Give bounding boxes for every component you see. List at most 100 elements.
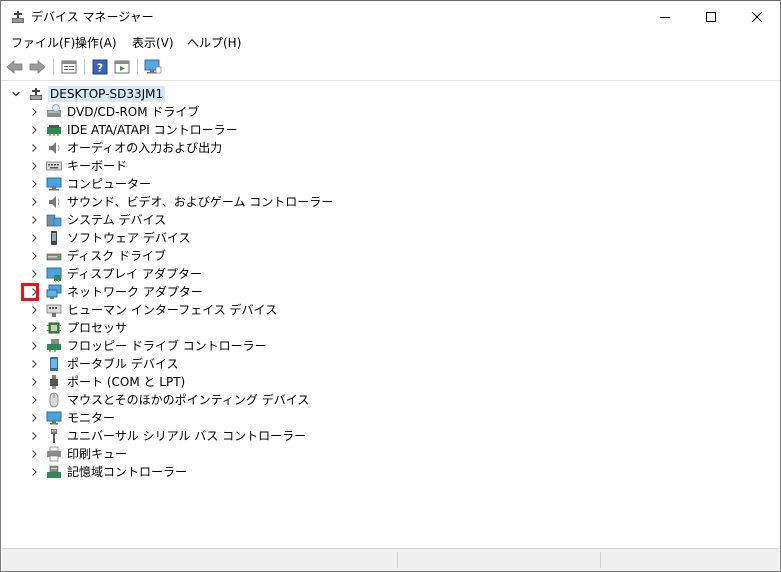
tree-category-node[interactable]: ヒューマン インターフェイス デバイス: [26, 301, 277, 319]
minimize-button[interactable]: [642, 1, 688, 32]
tree-node-label[interactable]: ヒューマン インターフェイス デバイス: [67, 302, 277, 318]
help-icon: ?: [92, 59, 108, 75]
window-title: デバイス マネージャー: [31, 10, 154, 24]
chevron-right-icon[interactable]: [26, 302, 42, 318]
run-icon: [114, 60, 130, 74]
tree-category-node[interactable]: プロセッサ: [26, 319, 127, 337]
tree-node-label[interactable]: ディスク ドライブ: [67, 248, 166, 264]
tree-node-label[interactable]: ネットワーク アダプター: [67, 284, 203, 300]
chevron-right-icon[interactable]: [26, 212, 42, 228]
device-tree: DESKTOP-SD33JM1 DVD/CD-ROM ドライブ IDE ATA/A…: [2, 81, 779, 547]
forward-button[interactable]: [27, 57, 47, 77]
tree-category-node[interactable]: ポータブル デバイス: [26, 355, 178, 373]
tree-node-label[interactable]: モニター: [67, 410, 115, 426]
mouse-icon: [46, 392, 62, 408]
chevron-right-icon[interactable]: [26, 248, 42, 264]
tree-category-node[interactable]: キーボード: [26, 157, 127, 175]
chevron-right-icon[interactable]: [26, 266, 42, 282]
toolbar-separator: [53, 59, 54, 75]
tree-category-node[interactable]: 印刷キュー: [26, 445, 127, 463]
tree-category-node[interactable]: サウンド、ビデオ、およびゲーム コントローラー: [26, 193, 333, 211]
status-bar: [2, 548, 779, 571]
floppy-controller-icon: [46, 338, 62, 354]
network-adapter-icon: [46, 284, 62, 300]
storage-controller-icon: [46, 464, 62, 480]
tree-node-label[interactable]: マウスとそのほかのポインティング デバイス: [67, 392, 309, 408]
menu-file[interactable]: ファイル(F): [9, 35, 77, 51]
help-button[interactable]: ?: [90, 57, 110, 77]
tree-category-node[interactable]: コンピューター: [26, 175, 151, 193]
menu-action[interactable]: 操作(A): [73, 35, 119, 51]
tree-node-label[interactable]: オーディオの入力および出力: [67, 140, 222, 156]
tree-category-node[interactable]: システム デバイス: [26, 211, 166, 229]
back-button[interactable]: [5, 57, 25, 77]
svg-text:?: ?: [97, 62, 103, 75]
chevron-right-icon[interactable]: [26, 446, 42, 462]
tree-node-label[interactable]: プロセッサ: [67, 320, 127, 336]
run-button[interactable]: [112, 57, 132, 77]
computer-root-icon: [28, 86, 44, 102]
chevron-right-icon[interactable]: [26, 320, 42, 336]
tree-category-node[interactable]: DVD/CD-ROM ドライブ: [26, 103, 199, 121]
close-button[interactable]: [734, 1, 780, 32]
tree-node-label[interactable]: ポータブル デバイス: [67, 356, 178, 372]
chevron-right-icon[interactable]: [26, 464, 42, 480]
tree-node-label[interactable]: 記憶域コントローラー: [67, 464, 187, 480]
root-computer-name[interactable]: DESKTOP-SD33JM1: [48, 86, 166, 102]
chevron-right-icon[interactable]: [26, 140, 42, 156]
device-manager-icon: [10, 9, 26, 25]
tree-category-node[interactable]: ソフトウェア デバイス: [26, 229, 190, 247]
tree-category-node[interactable]: ユニバーサル シリアル バス コントローラー: [26, 427, 306, 445]
ide-controller-icon: [46, 122, 62, 138]
tree-category-node[interactable]: 記憶域コントローラー: [26, 463, 187, 481]
chevron-right-icon[interactable]: [26, 176, 42, 192]
software-device-icon: [46, 230, 62, 246]
tree-node-label[interactable]: ディスプレイ アダプター: [67, 266, 202, 282]
title-bar[interactable]: デバイス マネージャー: [1, 1, 780, 32]
scan-hardware-button[interactable]: [143, 57, 163, 77]
chevron-right-icon[interactable]: [26, 356, 42, 372]
chevron-right-icon[interactable]: [26, 374, 42, 390]
chevron-right-icon[interactable]: [26, 392, 42, 408]
menu-view[interactable]: 表示(V): [130, 35, 176, 51]
tree-node-label[interactable]: DVD/CD-ROM ドライブ: [67, 104, 199, 120]
chevron-right-icon[interactable]: [26, 104, 42, 120]
maximize-button[interactable]: [688, 1, 734, 32]
tree-node-label[interactable]: ユニバーサル シリアル バス コントローラー: [67, 428, 306, 444]
tree-node-label[interactable]: 印刷キュー: [67, 446, 127, 462]
tree-node-label[interactable]: キーボード: [67, 158, 127, 174]
tree-category-node[interactable]: モニター: [26, 409, 115, 427]
chevron-right-icon[interactable]: [26, 122, 42, 138]
disk-drive-icon: [46, 248, 62, 264]
properties-button[interactable]: [59, 57, 79, 77]
chevron-right-icon[interactable]: [26, 338, 42, 354]
tree-node-label[interactable]: ポート (COM と LPT): [67, 374, 185, 390]
tree-node-label[interactable]: サウンド、ビデオ、およびゲーム コントローラー: [67, 194, 333, 210]
monitor-scan-icon: [144, 59, 162, 74]
menu-help[interactable]: ヘルプ(H): [185, 35, 243, 51]
tree-category-node[interactable]: フロッピー ドライブ コントローラー: [26, 337, 267, 355]
chevron-down-icon[interactable]: [8, 86, 24, 102]
tree-category-node[interactable]: マウスとそのほかのポインティング デバイス: [26, 391, 309, 409]
chevron-right-icon[interactable]: [26, 194, 42, 210]
tree-category-node[interactable]: ポート (COM と LPT): [26, 373, 185, 391]
chevron-right-icon[interactable]: [26, 428, 42, 444]
port-icon: [46, 374, 62, 390]
tree-category-node[interactable]: ネットワーク アダプター: [26, 283, 203, 301]
tree-category-node[interactable]: ディスク ドライブ: [26, 247, 166, 265]
minimize-icon: [660, 16, 670, 18]
tree-category-node[interactable]: IDE ATA/ATAPI コントローラー: [26, 121, 238, 139]
tree-category-node[interactable]: オーディオの入力および出力: [26, 139, 222, 157]
tree-node-label[interactable]: システム デバイス: [67, 212, 166, 228]
tree-root-node[interactable]: DESKTOP-SD33JM1: [8, 85, 166, 103]
tree-node-label[interactable]: IDE ATA/ATAPI コントローラー: [67, 122, 238, 138]
chevron-right-icon[interactable]: [26, 230, 42, 246]
tree-node-label[interactable]: ソフトウェア デバイス: [67, 230, 190, 246]
chevron-right-icon[interactable]: [26, 410, 42, 426]
toolbar-separator: [84, 59, 85, 75]
tree-node-label[interactable]: フロッピー ドライブ コントローラー: [67, 338, 267, 354]
tree-category-node[interactable]: ディスプレイ アダプター: [26, 265, 202, 283]
portable-device-icon: [46, 356, 62, 372]
chevron-right-icon[interactable]: [26, 158, 42, 174]
tree-node-label[interactable]: コンピューター: [67, 176, 151, 192]
